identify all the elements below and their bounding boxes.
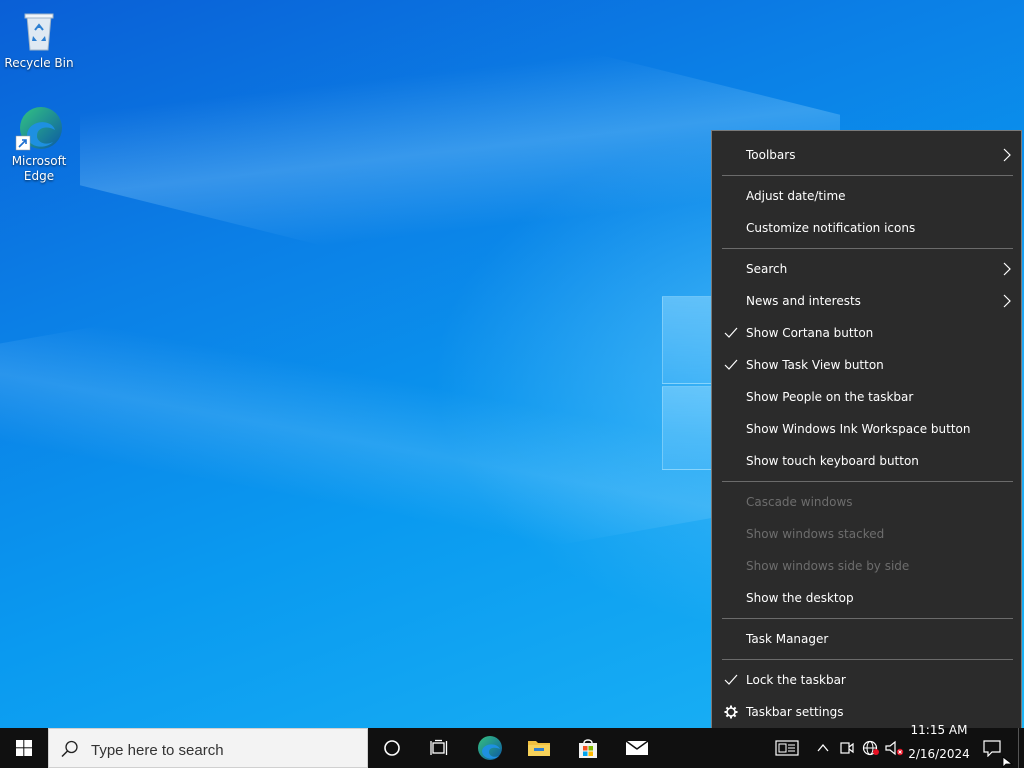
wallpaper-window-pane bbox=[662, 296, 716, 384]
desktop-icon-label: Recycle Bin bbox=[4, 56, 74, 70]
chevron-right-icon bbox=[1003, 294, 1011, 308]
menu-item-show-windows-ink-workspace-button[interactable]: Show Windows Ink Workspace button bbox=[712, 413, 1021, 445]
menu-separator bbox=[722, 618, 1013, 619]
menu-item-show-the-desktop[interactable]: Show the desktop bbox=[712, 582, 1021, 614]
desktop-icon-label: Microsoft Edge bbox=[11, 154, 67, 183]
menu-item-show-windows-stacked: Show windows stacked bbox=[746, 527, 885, 541]
chevron-up-icon[interactable] bbox=[816, 740, 830, 756]
file-explorer-button[interactable] bbox=[515, 728, 563, 768]
clock-date: 2/16/2024 bbox=[908, 747, 970, 761]
checkmark-icon bbox=[724, 674, 738, 685]
action-center-icon[interactable] bbox=[982, 739, 1002, 757]
menu-item-customize-notification-icons[interactable]: Customize notification icons bbox=[712, 212, 1021, 244]
menu-item-show-cortana-button[interactable]: Show Cortana button bbox=[712, 317, 1021, 349]
checkmark-icon bbox=[724, 327, 738, 338]
wallpaper-light-beam bbox=[0, 216, 720, 644]
taskbar-context-menu: Toolbars Adjust date/time Customize noti… bbox=[711, 130, 1022, 735]
store-icon bbox=[579, 739, 597, 758]
menu-item-show-people-on-taskbar[interactable]: Show People on the taskbar bbox=[712, 381, 1021, 413]
task-view-button[interactable] bbox=[416, 728, 464, 768]
menu-item-show-task-view-button[interactable]: Show Task View button bbox=[712, 349, 1021, 381]
checkmark-icon bbox=[724, 359, 738, 370]
menu-item-task-manager[interactable]: Task Manager bbox=[712, 623, 1021, 655]
menu-item-show-windows-side-by-side: Show windows side by side bbox=[746, 559, 910, 573]
cortana-icon bbox=[384, 740, 400, 756]
chevron-right-icon bbox=[1003, 148, 1011, 162]
menu-item-search[interactable]: Search bbox=[712, 253, 1021, 285]
taskbar-search-box[interactable] bbox=[48, 728, 368, 768]
mail-button[interactable] bbox=[613, 728, 661, 768]
menu-item-toolbars[interactable]: Toolbars bbox=[712, 139, 1021, 171]
show-desktop-button[interactable] bbox=[1019, 728, 1024, 768]
cortana-button[interactable] bbox=[368, 728, 416, 768]
desktop-icon-microsoft-edge[interactable]: Microsoft Edge bbox=[1, 104, 77, 184]
search-icon bbox=[61, 740, 78, 758]
windows-logo-icon bbox=[16, 740, 32, 756]
news-icon[interactable] bbox=[775, 740, 799, 756]
taskbar-edge-button[interactable] bbox=[466, 728, 514, 768]
gear-icon bbox=[724, 705, 738, 719]
taskbar-clock[interactable]: 11:15 AM 2/16/2024 bbox=[905, 723, 973, 768]
mouse-cursor-icon bbox=[1002, 756, 1014, 768]
search-input[interactable] bbox=[89, 737, 363, 763]
file-explorer-icon bbox=[528, 741, 550, 756]
edge-icon bbox=[15, 104, 63, 152]
menu-separator bbox=[722, 481, 1013, 482]
edge-icon bbox=[478, 736, 502, 760]
network-icon[interactable] bbox=[862, 740, 880, 756]
start-button[interactable] bbox=[0, 728, 48, 768]
task-view-icon bbox=[430, 739, 448, 755]
clock-time: 11:15 AM bbox=[910, 723, 968, 737]
recycle-bin-icon bbox=[15, 6, 63, 54]
menu-item-adjust-date-time[interactable]: Adjust date/time bbox=[712, 180, 1021, 212]
microsoft-store-button[interactable] bbox=[564, 728, 612, 768]
taskbar[interactable]: 11:15 AM 2/16/2024 bbox=[0, 723, 1024, 768]
menu-item-news-and-interests[interactable]: News and interests bbox=[712, 285, 1021, 317]
menu-separator bbox=[722, 248, 1013, 249]
mail-icon bbox=[625, 740, 649, 755]
desktop-icon-recycle-bin[interactable]: Recycle Bin bbox=[1, 6, 77, 71]
menu-item-lock-the-taskbar[interactable]: Lock the taskbar bbox=[712, 664, 1021, 696]
menu-item-show-touch-keyboard-button[interactable]: Show touch keyboard button bbox=[712, 445, 1021, 477]
wallpaper-window-pane bbox=[662, 386, 716, 470]
chevron-right-icon bbox=[1003, 262, 1011, 276]
menu-item-taskbar-settings[interactable]: Taskbar settings bbox=[712, 696, 1021, 728]
menu-separator bbox=[722, 175, 1013, 176]
menu-item-cascade-windows: Cascade windows bbox=[746, 495, 853, 509]
menu-separator bbox=[722, 659, 1013, 660]
meet-now-icon[interactable] bbox=[840, 740, 854, 756]
volume-muted-icon[interactable] bbox=[885, 740, 905, 756]
